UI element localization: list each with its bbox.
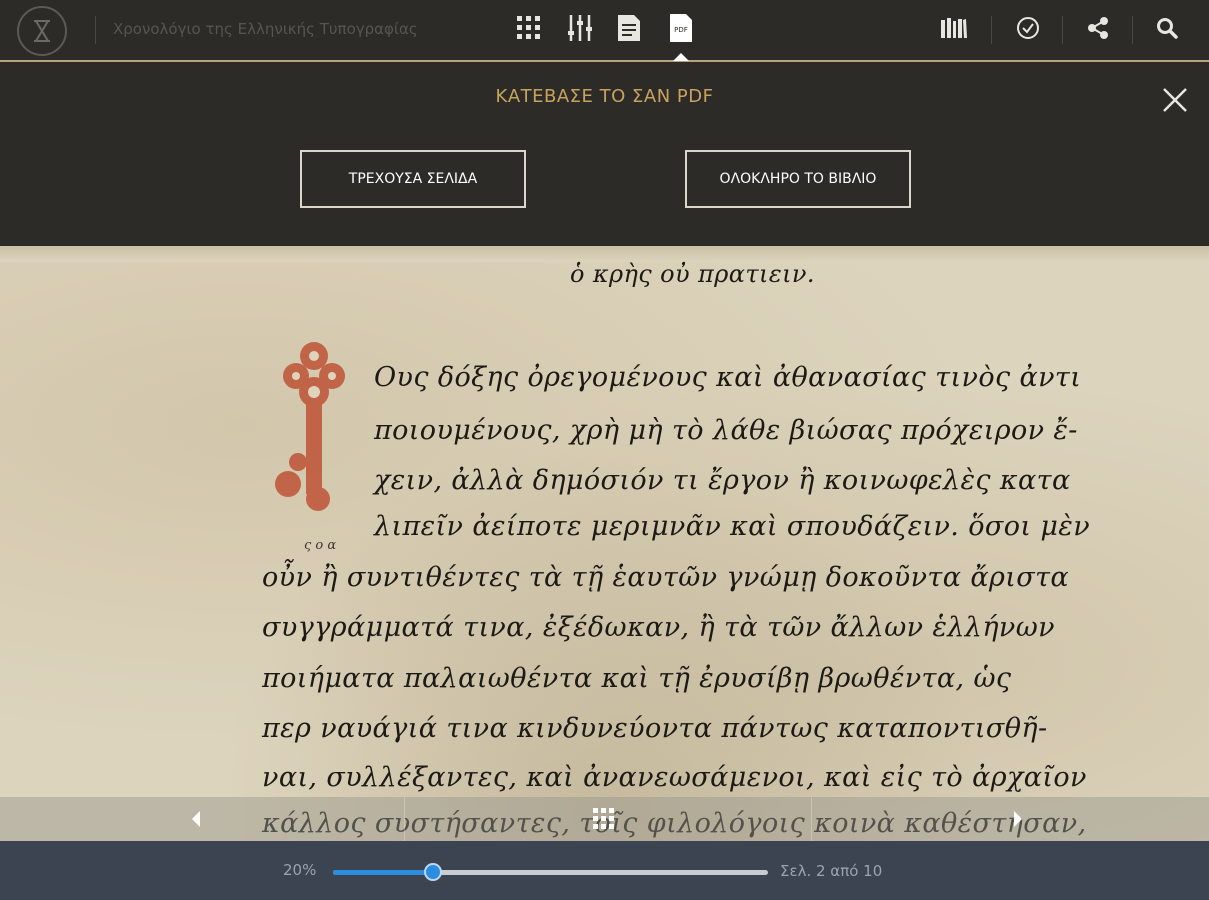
pdf-button[interactable]: PDF: [661, 10, 701, 46]
manuscript-line: συγγράμματά τινα, ἐξέδωκαν, ἢ τὰ τῶν ἄλλ…: [262, 612, 1055, 643]
pdf-icon-label: PDF: [674, 26, 688, 34]
page-slider-fill: [333, 870, 434, 875]
chevron-left-icon: [192, 811, 200, 827]
search-icon: [1157, 18, 1178, 39]
download-current-page-button[interactable]: ΤΡΕΧΟΥΣΑ ΣΕΛΙΔΑ: [300, 150, 526, 208]
nav-divider: [811, 797, 812, 841]
pdf-download-panel: ΚΑΤΕΒΑΣΕ ΤΟ ΣΑΝ PDF ΤΡΕΧΟΥΣΑ ΣΕΛΙΔΑ ΟΛΟΚ…: [0, 62, 1209, 246]
book-page-view[interactable]: ὁ κρὴς οὐ πρατιειν. Ους δόξης ὀρεγομένου…: [0, 246, 1209, 841]
library-button[interactable]: [934, 10, 974, 46]
nav-divider: [404, 797, 405, 841]
zoom-level: 20%: [283, 861, 317, 879]
manuscript-margin-note: ς ο α: [304, 538, 337, 553]
logo-hourglass-icon[interactable]: [17, 6, 67, 56]
manuscript-line: χειν, ἀλλὰ δημόσιόν τι ἔργον ἢ κοινωφελὲ…: [374, 465, 1071, 496]
download-whole-book-button[interactable]: ΟΛΟΚΛΗΡΟ ΤΟ ΒΙΒΛΙΟ: [685, 150, 911, 208]
grid-icon: [517, 16, 540, 39]
search-button[interactable]: [1147, 10, 1187, 46]
decorated-initial-image: [275, 342, 345, 511]
settings-button[interactable]: [560, 10, 600, 46]
library-icon: [941, 18, 967, 38]
manuscript-line: οὖν ἢ συντιθέντες τὰ τῇ ἑαυτῶν γνώμῃ δοκ…: [262, 562, 1070, 593]
chevron-right-icon: [1014, 811, 1022, 827]
text-view-button[interactable]: [609, 10, 649, 46]
page-slider[interactable]: [333, 863, 768, 881]
next-page-button[interactable]: [1000, 801, 1036, 837]
manuscript-line: Ους δόξης ὀρεγομένους καὶ ἀθανασίας τινὸ…: [374, 362, 1082, 393]
toolbar-divider: [1062, 16, 1063, 44]
reader-footer: 20% Σελ. 2 από 10: [0, 841, 1209, 900]
toolbar-divider: [1132, 16, 1133, 44]
page-slider-thumb[interactable]: [424, 863, 443, 881]
pdf-icon: PDF: [670, 14, 692, 42]
manuscript-line: ναι, συλλέξαντες, καὶ ἀνανεωσάμενοι, καὶ…: [262, 762, 1087, 793]
page-indicator: Σελ. 2 από 10: [780, 862, 883, 880]
share-icon: [1088, 17, 1108, 39]
toolbar-divider: [991, 16, 992, 44]
manuscript-heading: ὁ κρὴς οὐ πρατιειν.: [570, 260, 815, 288]
manuscript-page: ὁ κρὴς οὐ πρατιειν. Ους δόξης ὀρεγομένου…: [0, 246, 1209, 841]
grid-icon: [593, 808, 614, 829]
grid-view-button[interactable]: [509, 10, 549, 46]
manuscript-line: ποιήματα παλαιωθέντα καὶ τῇ ἐρυσίβῃ βρωθ…: [262, 663, 1012, 694]
previous-page-button[interactable]: [178, 801, 214, 837]
app-title: Χρονολόγιο της Ελληνικής Τυπογραφίας: [113, 20, 418, 38]
sliders-icon: [568, 15, 592, 41]
top-bar: Χρονολόγιο της Ελληνικής Τυπογραφίας PDF: [0, 0, 1209, 62]
bookmark-check-button[interactable]: [1008, 10, 1048, 46]
title-divider: [95, 16, 96, 44]
close-panel-button[interactable]: [1159, 84, 1191, 116]
check-circle-icon: [1017, 17, 1039, 39]
page-thumbnails-button[interactable]: [586, 801, 622, 837]
manuscript-line: λιπεῖν ἀείποτε μεριμνᾶν καὶ σπουδάζειν. …: [374, 511, 1091, 542]
pdf-panel-title: ΚΑΤΕΒΑΣΕ ΤΟ ΣΑΝ PDF: [495, 86, 714, 107]
close-icon: [1163, 88, 1187, 112]
manuscript-line: περ ναυάγιά τινα κινδυνεύοντα πάντως κατ…: [262, 713, 1048, 744]
manuscript-line: ποιουμένους, χρὴ μὴ τὸ λάθε βιώσας πρόχε…: [374, 415, 1078, 446]
active-tab-caret: [673, 53, 689, 61]
page-navigation-overlay: [0, 797, 1209, 841]
document-icon: [618, 15, 640, 41]
share-button[interactable]: [1078, 10, 1118, 46]
